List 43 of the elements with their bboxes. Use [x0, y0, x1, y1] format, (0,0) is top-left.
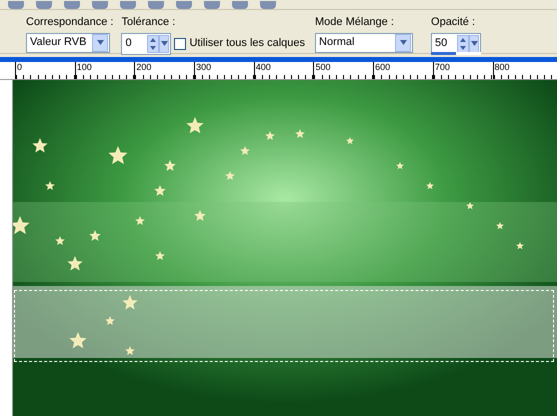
toolbar-icon[interactable] [36, 1, 52, 9]
ruler-label: 0 [16, 62, 22, 72]
blend-mode-dropdown[interactable]: Normal [315, 32, 414, 52]
ruler-label: 200 [135, 62, 152, 72]
caret-icon [400, 40, 407, 45]
toolbar-icon[interactable] [64, 1, 80, 9]
ruler-label: 700 [434, 62, 450, 72]
toolbar-icon[interactable] [92, 1, 108, 9]
all-layers-checkbox[interactable]: Utiliser tous les calques [174, 35, 306, 52]
field-label: Opacité : [431, 15, 476, 30]
caret-icon [470, 41, 478, 46]
field-label: Tolérance : [121, 15, 176, 30]
toolbar-icon[interactable] [8, 1, 24, 9]
toolbar-icon[interactable] [260, 1, 276, 9]
match-mode-dropdown[interactable]: Valeur RVB [26, 32, 110, 52]
dropdown-button[interactable] [469, 34, 480, 52]
ruler-label: 100 [76, 62, 92, 72]
toolbar-icon[interactable] [232, 1, 248, 9]
toolbar-icon[interactable] [120, 1, 136, 9]
dropdown-button[interactable] [159, 34, 170, 52]
caret-icon [96, 40, 104, 45]
field-label: Correspondance : [26, 15, 114, 30]
field-label: Mode Mélange : [315, 15, 395, 30]
up-arrow-icon [460, 38, 466, 42]
spin-buttons[interactable] [457, 34, 470, 52]
caret-icon [160, 41, 168, 46]
ruler-label: 800 [494, 62, 510, 72]
tolerance-field[interactable]: 0 [121, 32, 172, 54]
down-arrow-icon [460, 46, 466, 50]
dropdown-button[interactable] [92, 34, 108, 52]
opacity-slider[interactable] [431, 52, 482, 54]
toolbar-icon[interactable] [204, 1, 220, 9]
up-arrow-icon [150, 38, 156, 42]
ruler-label: 500 [314, 62, 330, 72]
dropdown-button[interactable] [395, 34, 412, 52]
ruler-label: 400 [254, 62, 271, 72]
ruler-label: 300 [195, 62, 212, 72]
toolbar-icon[interactable] [148, 1, 164, 9]
spin-buttons[interactable] [147, 34, 160, 52]
ruler-label: 600 [374, 62, 390, 72]
opacity-field[interactable]: 50 [431, 32, 482, 54]
toolbar-icon[interactable] [176, 1, 192, 9]
down-arrow-icon [150, 46, 156, 50]
